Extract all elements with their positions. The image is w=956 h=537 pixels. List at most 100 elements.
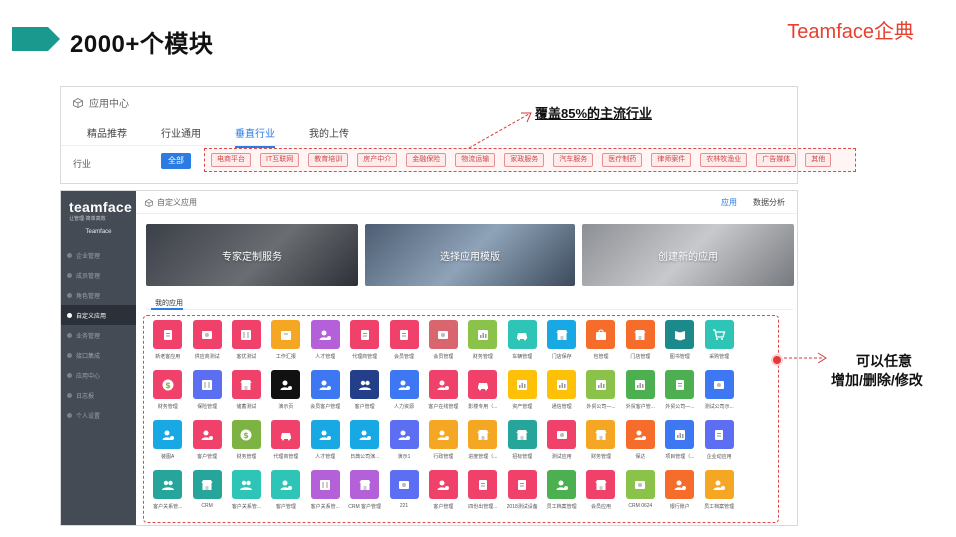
app-tile[interactable]: CRM xyxy=(187,470,226,520)
app-tile[interactable]: 2018测试设备 xyxy=(503,470,542,520)
industry-chip[interactable]: IT互联网 xyxy=(260,153,300,167)
app-tile[interactable]: 人力资源 xyxy=(384,370,423,420)
app-tile[interactable]: 客户关系管... xyxy=(306,470,345,520)
app-tile[interactable]: 测试应用 xyxy=(542,420,581,470)
app-tile[interactable]: 人才管理 xyxy=(306,320,345,370)
app-tile[interactable]: 四份出管理... xyxy=(463,470,502,520)
app-tile[interactable]: 代理商管理 xyxy=(266,420,305,470)
app-tile[interactable]: 会员管理 xyxy=(384,320,423,370)
app-label: CRM xyxy=(201,503,213,509)
app-tile[interactable]: 测试公司示... xyxy=(699,370,738,420)
app-tile[interactable]: 221 xyxy=(384,470,423,520)
app-tile[interactable]: 供应商测试 xyxy=(187,320,226,370)
industry-chip[interactable]: 金融保险 xyxy=(406,153,447,167)
app-tile[interactable]: 演示页 xyxy=(266,370,305,420)
sidebar-item[interactable]: 成员管理 xyxy=(61,265,136,285)
sidebar-item[interactable]: 业务管理 xyxy=(61,325,136,345)
sidebar-item[interactable]: 接口集成 xyxy=(61,345,136,365)
industry-chip[interactable]: 教育培训 xyxy=(308,153,349,167)
app-tile[interactable]: 客户管理 xyxy=(266,470,305,520)
industry-chip[interactable]: 医疗制药 xyxy=(602,153,643,167)
industry-chip[interactable]: 汽车服务 xyxy=(553,153,594,167)
app-tile[interactable]: 保达 xyxy=(621,420,660,470)
app-tile[interactable]: 员工档案管理 xyxy=(699,470,738,520)
app-tile[interactable]: 客户管理 xyxy=(424,470,463,520)
app-grid-highlight: 新老客应用 供应商测试 客优测试 工作汇报 人才管理 代理商管理 会员管理 会员管理 财务管理车… xyxy=(143,315,779,523)
app-tile[interactable]: 客户关系管... xyxy=(148,470,187,520)
app-tile[interactable]: 会员客户管理 xyxy=(306,370,345,420)
industry-chip[interactable]: 律师案件 xyxy=(651,153,692,167)
app-tile[interactable]: 资产管理 xyxy=(503,370,542,420)
nav-icon xyxy=(67,272,72,278)
app-tile[interactable]: 采购管理 xyxy=(699,320,738,370)
app-tile[interactable]: 外贸客户管... xyxy=(621,370,660,420)
app-tile[interactable]: 会员应用 xyxy=(581,470,620,520)
app-tile[interactable]: 代理商管理 xyxy=(345,320,384,370)
tab-apps[interactable]: 应用 xyxy=(713,197,745,214)
sidebar-item[interactable]: 自定义应用 xyxy=(61,305,136,325)
app-tile[interactable]: 外贸公司—... xyxy=(581,370,620,420)
app-tile[interactable]: 日典公司演... xyxy=(345,420,384,470)
card-icon xyxy=(428,320,458,349)
nav-icon xyxy=(67,392,72,398)
app-tile[interactable]: 项目管理（... xyxy=(660,420,699,470)
app-tile[interactable]: 客户在线管理 xyxy=(424,370,463,420)
shop-icon xyxy=(586,470,616,499)
industry-chip[interactable]: 家政服务 xyxy=(504,153,545,167)
app-tile[interactable]: 客户管理 xyxy=(187,420,226,470)
tab-data-analysis[interactable]: 数据分析 xyxy=(745,197,793,214)
app-tile[interactable]: 车辆管理 xyxy=(503,320,542,370)
app-tile[interactable]: 会员管理 xyxy=(424,320,463,370)
app-tile[interactable]: 招标管理 xyxy=(503,420,542,470)
app-tile[interactable]: 新老客应用 xyxy=(148,320,187,370)
app-tile[interactable]: 客户关系管... xyxy=(227,470,266,520)
industry-chip[interactable]: 其他 xyxy=(805,153,832,167)
app-label: 演示页 xyxy=(278,404,294,410)
app-tile[interactable]: 行政管理 xyxy=(424,420,463,470)
app-tile[interactable]: $ 财务管理 xyxy=(148,370,187,420)
create-app-banner[interactable]: 创建新的应用 xyxy=(582,224,794,286)
industry-chip[interactable]: 物流运输 xyxy=(455,153,496,167)
industry-chip[interactable]: 农林牧渔业 xyxy=(700,153,748,167)
app-tile[interactable]: 财务管理 xyxy=(463,320,502,370)
sidebar-item[interactable]: 日志报 xyxy=(61,385,136,405)
app-tile[interactable]: 图书管理 xyxy=(660,320,699,370)
app-tile[interactable]: 装图A xyxy=(148,420,187,470)
app-tile[interactable]: 进度管理（... xyxy=(463,420,502,470)
expert-service-banner[interactable]: 专家定制服务 xyxy=(146,224,358,286)
app-tile[interactable]: 财务管理 xyxy=(581,420,620,470)
app-tile[interactable]: 工作汇报 xyxy=(266,320,305,370)
app-tile[interactable]: CRM 客户管理 xyxy=(345,470,384,520)
industry-all-button[interactable]: 全部 xyxy=(161,153,191,169)
sidebar-item[interactable]: 企业管理 xyxy=(61,245,136,265)
tab-my-apps[interactable]: 我的应用 xyxy=(155,298,183,308)
sidebar-item[interactable]: 应用中心 xyxy=(61,365,136,385)
app-center-header: 应用中心 xyxy=(73,95,129,110)
app-tile[interactable]: 外贸公司—... xyxy=(660,370,699,420)
app-tile[interactable]: 通信管理 xyxy=(542,370,581,420)
app-tile[interactable]: 包管理 xyxy=(581,320,620,370)
app-tile[interactable]: 演示1 xyxy=(384,420,423,470)
app-tile[interactable]: 影楼专用（... xyxy=(463,370,502,420)
industry-chip[interactable]: 电商平台 xyxy=(211,153,251,167)
app-tile[interactable]: 门店保存 xyxy=(542,320,581,370)
users-icon xyxy=(231,470,261,499)
industry-chip[interactable]: 广告媒体 xyxy=(756,153,797,167)
app-tile[interactable]: 客优测试 xyxy=(227,320,266,370)
app-tile[interactable]: CRM 0624 xyxy=(621,470,660,520)
select-template-banner[interactable]: 选择应用模版 xyxy=(365,224,575,286)
app-label: 通信管理 xyxy=(551,404,572,410)
app-tile[interactable]: 门店管理 xyxy=(621,320,660,370)
app-tile[interactable]: 企业动应用 xyxy=(699,420,738,470)
app-tile[interactable]: 储蓄测试 xyxy=(227,370,266,420)
sidebar-item[interactable]: 个人设置 xyxy=(61,405,136,425)
app-tile[interactable]: 客户管理 xyxy=(345,370,384,420)
sidebar-item[interactable]: 角色管理 xyxy=(61,285,136,305)
app-tile[interactable]: $ 财务管理 xyxy=(227,420,266,470)
app-tile[interactable]: 人才管理 xyxy=(306,420,345,470)
industry-chip[interactable]: 房产中介 xyxy=(357,153,398,167)
app-tile[interactable]: 银行账户 xyxy=(660,470,699,520)
app-tile[interactable]: 保险管理 xyxy=(187,370,226,420)
sidebar-item-label: 应用中心 xyxy=(76,373,101,380)
app-tile[interactable]: 员工档案管理 xyxy=(542,470,581,520)
